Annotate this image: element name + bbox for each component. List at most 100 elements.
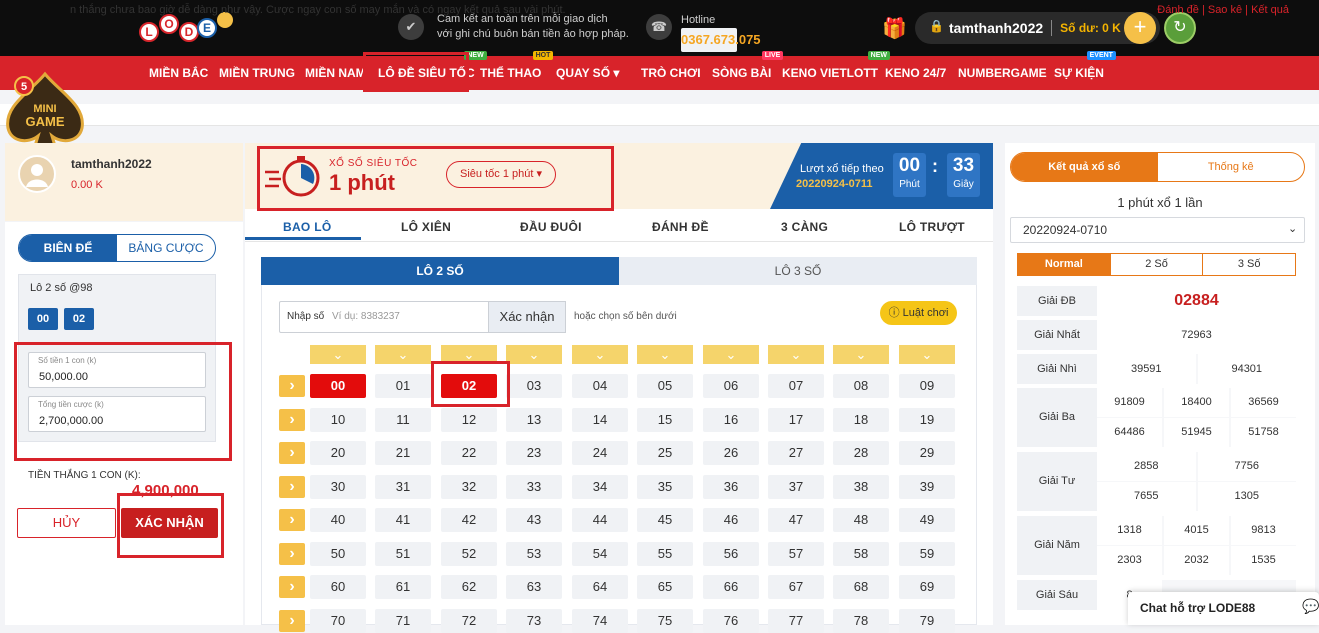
cancel-button[interactable]: HỦY xyxy=(17,508,116,538)
column-select-chevron-icon[interactable]: ⌄ xyxy=(703,345,759,364)
number-cell[interactable]: 44 xyxy=(572,508,628,532)
number-cell[interactable]: 31 xyxy=(375,474,431,499)
number-cell[interactable]: 22 xyxy=(441,441,497,465)
number-cell[interactable]: 39 xyxy=(899,474,955,499)
row-select-arrow-icon[interactable]: › xyxy=(279,375,305,397)
number-cell[interactable]: 53 xyxy=(506,541,562,566)
number-cell[interactable]: 70 xyxy=(310,608,366,633)
number-cell[interactable]: 76 xyxy=(703,608,759,633)
number-cell[interactable]: 28 xyxy=(833,441,889,465)
number-cell[interactable]: 68 xyxy=(833,575,889,599)
number-cell[interactable]: 59 xyxy=(899,541,955,566)
game-mode-dropdown[interactable]: Siêu tốc 1 phút ▾ xyxy=(446,161,556,188)
number-cell[interactable]: 15 xyxy=(637,407,693,432)
number-cell[interactable]: 54 xyxy=(572,541,628,566)
hotline-number[interactable]: 0367.673.075 xyxy=(681,28,761,52)
number-cell[interactable]: 10 xyxy=(310,407,366,432)
number-cell[interactable]: 03 xyxy=(506,374,562,398)
nav-item[interactable]: THỂ THAO HOT xyxy=(480,51,554,90)
nav-item[interactable]: TRÒ CHƠI xyxy=(641,56,701,90)
quick-links[interactable]: Đánh đề | Sao kê | Kết quả xyxy=(1157,4,1289,16)
number-cell[interactable]: 78 xyxy=(833,608,889,633)
amount-value[interactable]: 50,000.00 xyxy=(39,371,88,383)
number-cell[interactable]: 75 xyxy=(637,608,693,633)
nav-item[interactable]: SỰ KIỆN EVENT xyxy=(1054,51,1116,90)
chat-bubble-icon[interactable]: 💬 xyxy=(1302,598,1319,615)
confirm-bet-button[interactable]: XÁC NHẬN xyxy=(121,508,218,538)
number-cell[interactable]: 02 xyxy=(441,374,497,398)
number-cell[interactable]: 33 xyxy=(506,474,562,499)
number-cell[interactable]: 58 xyxy=(833,541,889,566)
number-cell[interactable]: 27 xyxy=(768,441,824,465)
column-select-chevron-icon[interactable]: ⌄ xyxy=(375,345,431,364)
number-cell[interactable]: 34 xyxy=(572,474,628,499)
tab-lo-xien[interactable]: LÔ XIÊN xyxy=(401,220,451,234)
tab-dau-duoi[interactable]: ĐẦU ĐUÔI xyxy=(520,220,582,234)
number-cell[interactable]: 66 xyxy=(703,575,759,599)
number-cell[interactable]: 06 xyxy=(703,374,759,398)
number-cell[interactable]: 38 xyxy=(833,474,889,499)
rules-button[interactable]: ⓘ Luật chơi xyxy=(880,301,957,325)
number-cell[interactable]: 13 xyxy=(506,407,562,432)
row-select-arrow-icon[interactable]: › xyxy=(279,542,305,565)
row-select-arrow-icon[interactable]: › xyxy=(279,408,305,431)
tab-bet-table[interactable]: BẢNG CƯỢC xyxy=(117,235,215,261)
tab-lo-2-so[interactable]: LÔ 2 SỐ xyxy=(261,257,619,285)
total-bet-field[interactable]: Tổng tiền cược (k) 2,700,000.00 xyxy=(28,396,206,432)
number-cell[interactable]: 16 xyxy=(703,407,759,432)
number-cell[interactable]: 60 xyxy=(310,575,366,599)
number-cell[interactable]: 47 xyxy=(768,508,824,532)
number-cell[interactable]: 63 xyxy=(506,575,562,599)
nav-item[interactable]: MIỀN TRUNG xyxy=(219,56,295,90)
number-cell[interactable]: 04 xyxy=(572,374,628,398)
number-cell[interactable]: 52 xyxy=(441,541,497,566)
number-cell[interactable]: 49 xyxy=(899,508,955,532)
row-select-arrow-icon[interactable]: › xyxy=(279,609,305,632)
number-cell[interactable]: 17 xyxy=(768,407,824,432)
number-cell[interactable]: 19 xyxy=(899,407,955,432)
number-cell[interactable]: 29 xyxy=(899,441,955,465)
nav-item[interactable]: KENO 24/7 xyxy=(885,56,946,90)
row-select-arrow-icon[interactable]: › xyxy=(279,442,305,464)
number-cell[interactable]: 21 xyxy=(375,441,431,465)
number-cell[interactable]: 37 xyxy=(768,474,824,499)
number-cell[interactable]: 64 xyxy=(572,575,628,599)
tab-lo-3-so[interactable]: LÔ 3 SỐ xyxy=(619,257,977,285)
column-select-chevron-icon[interactable]: ⌄ xyxy=(506,345,562,364)
nav-item[interactable]: MIỀN NAM xyxy=(305,56,366,90)
number-cell[interactable]: 40 xyxy=(310,508,366,532)
number-cell[interactable]: 77 xyxy=(768,608,824,633)
selected-number-chip[interactable]: 02 xyxy=(64,308,94,330)
number-cell[interactable]: 67 xyxy=(768,575,824,599)
number-cell[interactable]: 61 xyxy=(375,575,431,599)
column-select-chevron-icon[interactable]: ⌄ xyxy=(441,345,497,364)
number-cell[interactable]: 45 xyxy=(637,508,693,532)
nav-item[interactable]: QUAY SỐ ▾ xyxy=(556,56,619,90)
number-cell[interactable]: 26 xyxy=(703,441,759,465)
number-cell[interactable]: 30 xyxy=(310,474,366,499)
column-select-chevron-icon[interactable]: ⌄ xyxy=(572,345,628,364)
tab-lo-truot[interactable]: LÔ TRƯỢT xyxy=(899,220,965,234)
number-cell[interactable]: 57 xyxy=(768,541,824,566)
number-cell[interactable]: 46 xyxy=(703,508,759,532)
mode-normal[interactable]: Normal xyxy=(1018,254,1110,275)
selected-number-chip[interactable]: 00 xyxy=(28,308,58,330)
number-cell[interactable]: 48 xyxy=(833,508,889,532)
number-cell[interactable]: 71 xyxy=(375,608,431,633)
number-cell[interactable]: 42 xyxy=(441,508,497,532)
number-cell[interactable]: 73 xyxy=(506,608,562,633)
number-cell[interactable]: 08 xyxy=(833,374,889,398)
number-cell[interactable]: 41 xyxy=(375,508,431,532)
column-select-chevron-icon[interactable]: ⌄ xyxy=(310,345,366,364)
number-cell[interactable]: 14 xyxy=(572,407,628,432)
number-cell[interactable]: 01 xyxy=(375,374,431,398)
column-select-chevron-icon[interactable]: ⌄ xyxy=(768,345,824,364)
number-cell[interactable]: 62 xyxy=(441,575,497,599)
draw-select[interactable]: 20220924-0710 xyxy=(1010,217,1305,243)
number-cell[interactable]: 23 xyxy=(506,441,562,465)
amount-per-number-field[interactable]: Số tiền 1 con (k) 50,000.00 xyxy=(28,352,206,388)
number-input[interactable]: Ví dụ: 8383237 xyxy=(332,311,400,322)
row-select-arrow-icon[interactable]: › xyxy=(279,475,305,498)
tab-danh-de[interactable]: ĐÁNH ĐỀ xyxy=(652,220,709,234)
number-cell[interactable]: 05 xyxy=(637,374,693,398)
